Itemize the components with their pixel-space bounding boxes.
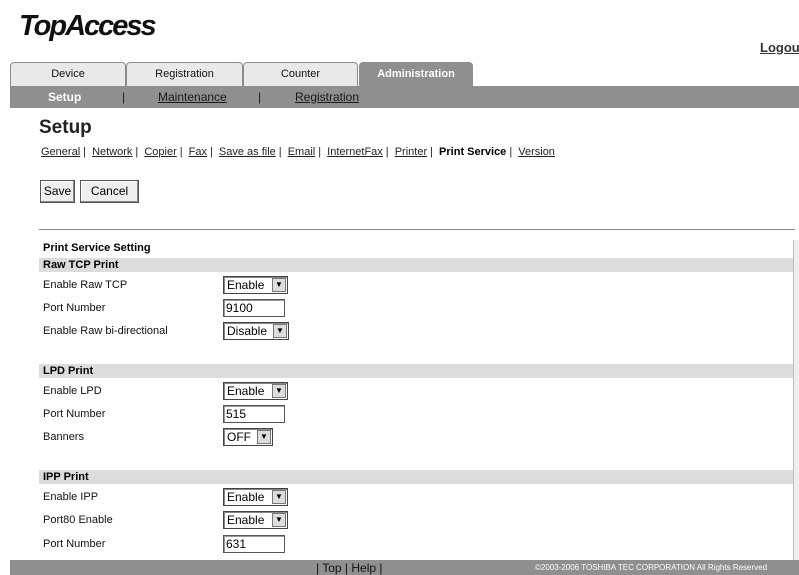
- tab-counter[interactable]: Counter: [243, 62, 358, 86]
- raw-bidi-value: Disable: [227, 324, 268, 338]
- enable-lpd-select[interactable]: Enable ▼: [223, 382, 288, 400]
- dropdown-arrow-icon: ▼: [257, 430, 271, 444]
- footer-bar: | Top | Help | ©2003-2006 TOSHIBA TEC CO…: [10, 560, 799, 575]
- dropdown-arrow-icon: ▼: [272, 384, 286, 398]
- copyright-text: ©2003-2006 TOSHIBA TEC CORPORATION All R…: [535, 563, 768, 572]
- link-save-as-file[interactable]: Save as file: [219, 146, 276, 158]
- port80-enable-label: Port80 Enable: [43, 514, 113, 526]
- ipp-group-header: IPP Print: [39, 470, 795, 484]
- page-title: Setup: [39, 117, 92, 138]
- dropdown-arrow-icon: ▼: [272, 513, 286, 527]
- tab-device[interactable]: Device: [10, 62, 126, 86]
- enable-ipp-value: Enable: [227, 490, 265, 504]
- link-version[interactable]: Version: [518, 146, 555, 158]
- link-fax[interactable]: Fax: [189, 146, 207, 158]
- link-network[interactable]: Network: [92, 146, 132, 158]
- link-email[interactable]: Email: [288, 146, 316, 158]
- cancel-button[interactable]: Cancel: [80, 180, 139, 203]
- save-button[interactable]: Save: [40, 180, 75, 203]
- enable-ipp-label: Enable IPP: [43, 491, 99, 503]
- subnav-registration[interactable]: Registration: [295, 90, 359, 104]
- main-tabs: Device Registration Counter Administrati…: [10, 62, 799, 86]
- banners-value: OFF: [227, 430, 251, 444]
- topaccess-logo: TopAccess: [19, 10, 157, 42]
- link-print-service: Print Service: [439, 146, 507, 158]
- port80-enable-value: Enable: [227, 513, 265, 527]
- dropdown-arrow-icon: ▼: [272, 278, 286, 292]
- raw-bidi-label: Enable Raw bi-directional: [43, 325, 168, 337]
- setup-links: General | Network | Copier | Fax | Save as f…: [41, 146, 555, 158]
- raw-tcp-group-header: Raw TCP Print: [39, 258, 795, 272]
- admin-subnav: Setup | Maintenance | Registration: [10, 86, 799, 108]
- logout-link[interactable]: Logout: [760, 40, 799, 55]
- raw-port-label: Port Number: [43, 302, 106, 314]
- link-general[interactable]: General: [41, 146, 80, 158]
- raw-port-input[interactable]: 9100: [223, 299, 285, 317]
- subnav-separator: |: [258, 90, 262, 104]
- lpd-port-label: Port Number: [43, 408, 106, 420]
- vertical-scrollbar[interactable]: [793, 240, 799, 560]
- link-internetfax[interactable]: InternetFax: [327, 146, 383, 158]
- port80-enable-select[interactable]: Enable ▼: [223, 511, 288, 529]
- divider: [39, 229, 795, 230]
- form-title: Print Service Setting: [43, 242, 151, 254]
- dropdown-arrow-icon: ▼: [272, 490, 286, 504]
- lpd-port-input[interactable]: 515: [223, 405, 285, 423]
- enable-lpd-value: Enable: [227, 384, 265, 398]
- enable-ipp-select[interactable]: Enable ▼: [223, 488, 288, 506]
- link-copier[interactable]: Copier: [144, 146, 176, 158]
- banners-select[interactable]: OFF ▼: [223, 428, 273, 446]
- tab-administration[interactable]: Administration: [359, 62, 473, 86]
- enable-raw-tcp-select[interactable]: Enable ▼: [223, 276, 288, 294]
- enable-raw-tcp-label: Enable Raw TCP: [43, 279, 128, 291]
- ipp-port-input[interactable]: 631: [223, 535, 285, 553]
- enable-lpd-label: Enable LPD: [43, 385, 102, 397]
- dropdown-arrow-icon: ▼: [273, 324, 287, 338]
- footer-nav[interactable]: | Top | Help |: [316, 561, 383, 575]
- ipp-port-label: Port Number: [43, 538, 106, 550]
- subnav-maintenance[interactable]: Maintenance: [158, 90, 227, 104]
- raw-bidi-select[interactable]: Disable ▼: [223, 322, 289, 340]
- subnav-separator: |: [122, 90, 126, 104]
- link-printer[interactable]: Printer: [395, 146, 427, 158]
- lpd-group-header: LPD Print: [39, 364, 795, 378]
- tab-registration[interactable]: Registration: [126, 62, 243, 86]
- banners-label: Banners: [43, 431, 84, 443]
- enable-raw-tcp-value: Enable: [227, 278, 265, 292]
- subnav-setup[interactable]: Setup: [48, 90, 81, 104]
